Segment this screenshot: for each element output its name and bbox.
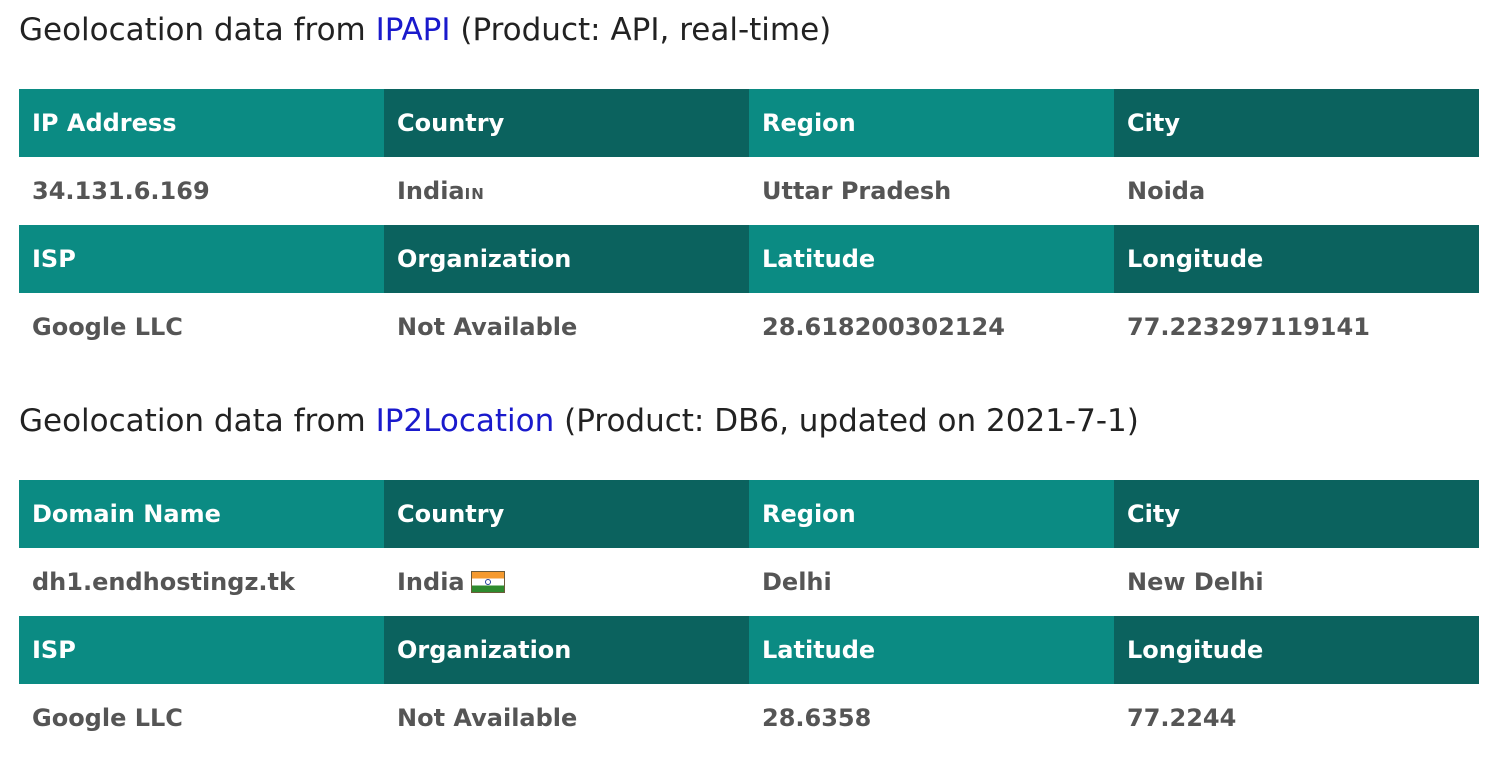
header-domain-name: Domain Name: [19, 480, 384, 548]
table-row: Google LLC Not Available 28.6358 77.2244: [19, 684, 1479, 752]
ipapi-provider-link[interactable]: IPAPI: [376, 12, 451, 48]
table-header-row: ISP Organization Latitude Longitude: [19, 616, 1479, 684]
header-country: Country: [384, 89, 749, 157]
header-latitude: Latitude: [749, 225, 1114, 293]
cell-organization: Not Available: [384, 684, 749, 752]
ip2location-section-title: Geolocation data from IP2Location (Produ…: [19, 406, 1139, 437]
header-latitude: Latitude: [749, 616, 1114, 684]
header-organization: Organization: [384, 225, 749, 293]
country-code: IN: [464, 185, 485, 203]
header-isp: ISP: [19, 225, 384, 293]
table-header-row: IP Address Country Region City: [19, 89, 1479, 157]
india-flag-icon: [470, 571, 505, 593]
table-row: 34.131.6.169 IndiaIN Uttar Pradesh Noida: [19, 157, 1479, 225]
header-longitude: Longitude: [1114, 616, 1479, 684]
header-region: Region: [749, 480, 1114, 548]
ip2location-provider-link[interactable]: IP2Location: [376, 403, 555, 439]
cell-region: Delhi: [749, 548, 1114, 616]
cell-isp: Google LLC: [19, 293, 384, 361]
title-suffix: (Product: API, real-time): [450, 12, 832, 48]
header-region: Region: [749, 89, 1114, 157]
ipapi-geolocation-table: IP Address Country Region City 34.131.6.…: [19, 89, 1479, 361]
cell-ip-address: 34.131.6.169: [19, 157, 384, 225]
ipapi-section-title: Geolocation data from IPAPI (Product: AP…: [19, 15, 831, 46]
cell-domain-name: dh1.endhostingz.tk: [19, 548, 384, 616]
cell-city: New Delhi: [1114, 548, 1479, 616]
header-longitude: Longitude: [1114, 225, 1479, 293]
table-header-row: Domain Name Country Region City: [19, 480, 1479, 548]
header-city: City: [1114, 480, 1479, 548]
title-prefix: Geolocation data from: [19, 12, 376, 48]
cell-region: Uttar Pradesh: [749, 157, 1114, 225]
country-name: India: [397, 177, 465, 205]
header-organization: Organization: [384, 616, 749, 684]
table-header-row: ISP Organization Latitude Longitude: [19, 225, 1479, 293]
ip2location-geolocation-table: Domain Name Country Region City dh1.endh…: [19, 480, 1479, 752]
cell-city: Noida: [1114, 157, 1479, 225]
cell-organization: Not Available: [384, 293, 749, 361]
cell-country: IndiaIN: [384, 157, 749, 225]
header-isp: ISP: [19, 616, 384, 684]
cell-longitude: 77.223297119141: [1114, 293, 1479, 361]
cell-isp: Google LLC: [19, 684, 384, 752]
table-row: dh1.endhostingz.tk India Delhi New Delhi: [19, 548, 1479, 616]
header-country: Country: [384, 480, 749, 548]
cell-latitude: 28.618200302124: [749, 293, 1114, 361]
table-row: Google LLC Not Available 28.618200302124…: [19, 293, 1479, 361]
title-suffix: (Product: DB6, updated on 2021-7-1): [554, 403, 1139, 439]
header-city: City: [1114, 89, 1479, 157]
cell-country: India: [384, 548, 749, 616]
cell-latitude: 28.6358: [749, 684, 1114, 752]
header-ip-address: IP Address: [19, 89, 384, 157]
title-prefix: Geolocation data from: [19, 403, 376, 439]
cell-longitude: 77.2244: [1114, 684, 1479, 752]
country-name: India: [397, 568, 465, 596]
